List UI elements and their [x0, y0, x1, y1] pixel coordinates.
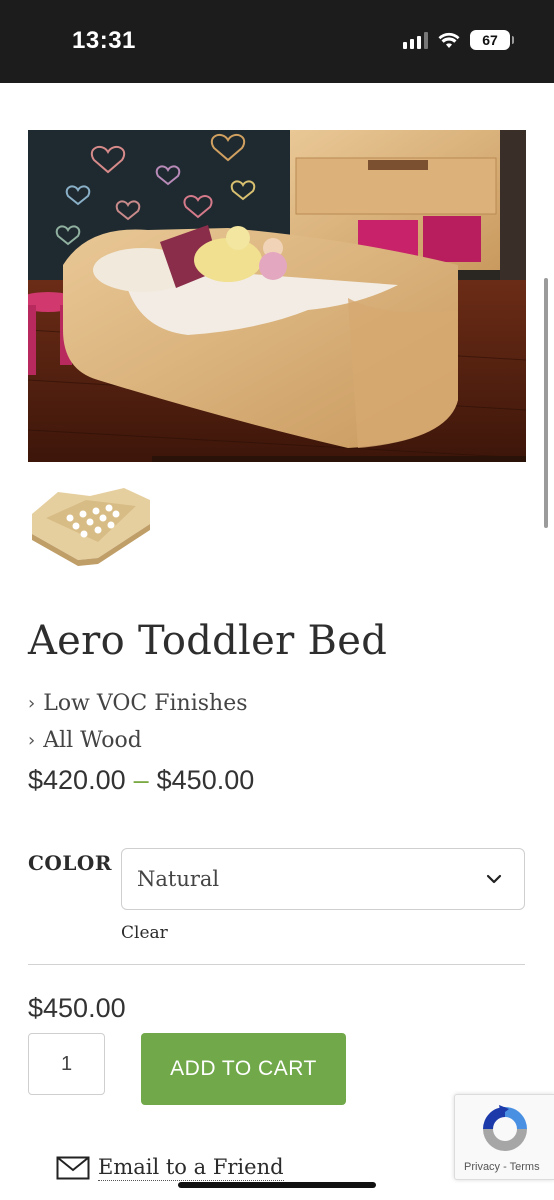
signal-icon: [403, 31, 428, 49]
add-to-cart-button[interactable]: ADD TO CART: [141, 1033, 346, 1105]
clear-link[interactable]: Clear: [121, 923, 168, 943]
email-friend-link[interactable]: Email to a Friend: [56, 1155, 284, 1181]
status-icons: 67: [403, 30, 514, 50]
recaptcha-badge[interactable]: Privacy - Terms: [454, 1094, 554, 1180]
variation-price: $450.00: [28, 993, 126, 1023]
battery-icon: 67: [470, 30, 514, 50]
quantity-input[interactable]: 1: [28, 1033, 105, 1095]
home-indicator[interactable]: [178, 1182, 376, 1188]
status-time: 13:31: [72, 27, 136, 54]
price-max: $450.00: [156, 765, 255, 795]
price-min: $420.00: [28, 765, 126, 795]
feature-label: All Wood: [43, 728, 142, 753]
product-main-image[interactable]: [28, 130, 526, 462]
email-friend-label: Email to a Friend: [98, 1155, 284, 1181]
recaptcha-icon: [483, 1105, 527, 1151]
color-select-value: Natural: [137, 867, 220, 891]
color-select[interactable]: Natural: [121, 848, 525, 910]
product-title: Aero Toddler Bed: [28, 618, 388, 664]
chevron-right-icon: ›: [28, 730, 36, 751]
product-thumbnail[interactable]: [28, 478, 152, 566]
feature-item: › All Wood: [28, 728, 142, 753]
wifi-icon: [438, 32, 460, 48]
envelope-icon: [56, 1156, 90, 1180]
color-label: COLOR: [28, 851, 112, 875]
chevron-right-icon: ›: [28, 693, 36, 714]
price-range: $420.00– $450.00: [28, 765, 254, 796]
battery-level: 67: [482, 32, 498, 48]
divider: [28, 964, 525, 965]
chevron-down-icon: [486, 874, 502, 884]
status-bar: 13:31 67: [0, 0, 554, 83]
feature-item: › Low VOC Finishes: [28, 691, 248, 716]
recaptcha-links[interactable]: Privacy - Terms: [464, 1161, 540, 1173]
feature-label: Low VOC Finishes: [43, 691, 248, 716]
page-scrollbar[interactable]: [544, 278, 548, 528]
price-separator: –: [133, 765, 149, 795]
